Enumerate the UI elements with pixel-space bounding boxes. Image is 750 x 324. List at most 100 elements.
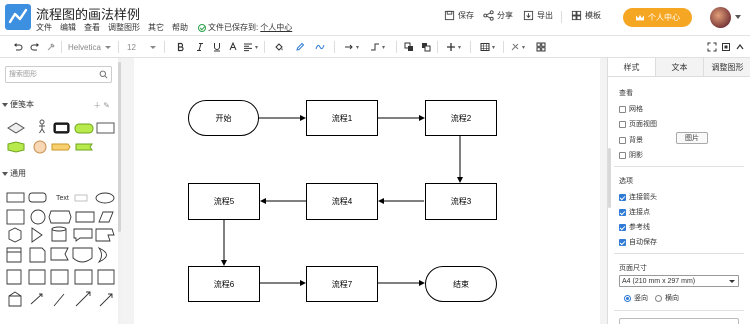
to-back-button[interactable] [421, 40, 431, 54]
format-painter-button[interactable] [46, 40, 56, 54]
checkbox-box[interactable] [619, 151, 626, 159]
logo-icon [8, 8, 28, 24]
background-checkbox[interactable]: 背景 [619, 135, 643, 145]
node-process-3[interactable]: 流程3 [425, 183, 497, 220]
background-image-button[interactable]: 图片 [676, 132, 708, 144]
page-size-select[interactable]: A4 (210 mm x 297 mm) [619, 275, 739, 287]
tab-style[interactable]: 样式 [608, 58, 655, 76]
scratchpad-tools[interactable]: ＋ ✎ [93, 100, 110, 111]
menu-file[interactable]: 文件 [36, 22, 52, 33]
landscape-radio[interactable]: 横向 [655, 293, 679, 303]
section-divider [614, 166, 744, 167]
underline-button[interactable] [212, 40, 222, 54]
template-icon [571, 10, 582, 21]
app-logo[interactable] [5, 4, 31, 30]
checkbox-box-checked[interactable] [619, 238, 626, 246]
node-start[interactable]: 开始 [188, 100, 259, 136]
checkbox-box-checked[interactable] [619, 193, 626, 201]
page-view-checkbox[interactable]: 页面视图 [619, 119, 657, 129]
checkbox-box-checked[interactable] [619, 223, 626, 231]
bold-button[interactable] [176, 40, 186, 54]
canvas-area[interactable]: 开始 流程1 流程2 流程3 流程4 流程5 流程6 流程7 结束 [121, 58, 607, 324]
fullscreen-button[interactable] [721, 40, 731, 54]
fit-page-button[interactable] [707, 40, 717, 54]
avatar[interactable] [710, 7, 731, 28]
node-process-7[interactable]: 流程7 [306, 266, 378, 302]
checkbox-box[interactable] [619, 136, 626, 144]
tab-arrange[interactable]: 调整图形 [703, 58, 750, 76]
share-icon [483, 10, 494, 21]
save-location-link[interactable]: 个人中心 [260, 22, 292, 33]
section-scratchpad-header[interactable]: 便笺本 ＋ ✎ [0, 98, 118, 111]
section-general-title: 通用 [10, 169, 26, 178]
save-button[interactable]: 保存 [444, 10, 474, 21]
font-color-button[interactable] [228, 40, 238, 54]
line-style-button[interactable] [315, 40, 325, 54]
scratchpad-shapes[interactable] [4, 118, 116, 160]
font-family-select[interactable]: Helvetica [68, 40, 111, 54]
export-icon [523, 10, 534, 21]
radio-selected[interactable] [624, 294, 631, 302]
waypoint-button[interactable]: ▾ [510, 40, 525, 54]
italic-icon [197, 43, 203, 51]
grid-view-button[interactable] [536, 40, 546, 54]
undo-button[interactable] [13, 40, 23, 54]
connection-points-checkbox[interactable]: 连接点 [619, 207, 650, 217]
node-process-2[interactable]: 流程2 [425, 100, 497, 136]
font-family-value: Helvetica [68, 42, 101, 52]
menu-extras[interactable]: 其它 [148, 22, 164, 33]
checkbox-box[interactable] [619, 105, 626, 113]
checkbox-box[interactable] [619, 120, 626, 128]
vip-button[interactable]: 个人中心 [623, 8, 692, 27]
autosave-checkbox[interactable]: 自动保存 [619, 237, 657, 247]
guides-checkbox[interactable]: 参考线 [619, 222, 650, 232]
panel-button-partial[interactable] [619, 318, 739, 324]
search-icon[interactable] [99, 70, 108, 79]
font-size-select[interactable]: 12 [127, 40, 157, 54]
portrait-radio[interactable]: 竖向 [624, 293, 648, 303]
general-shapes[interactable]: Text [4, 188, 116, 324]
insert-button[interactable]: ▾ [446, 40, 461, 54]
connection-arrows-checkbox[interactable]: 连接箭头 [619, 192, 657, 202]
document-title[interactable]: 流程图的画法样例 [36, 4, 140, 23]
menu-edit[interactable]: 编辑 [60, 22, 76, 33]
export-button[interactable]: 导出 [523, 10, 553, 21]
shadow-checkbox[interactable]: 阴影 [619, 150, 643, 160]
chevron-down-icon [2, 102, 8, 107]
node-process-5[interactable]: 流程5 [188, 183, 260, 220]
share-button[interactable]: 分享 [483, 10, 513, 21]
align-button[interactable] [243, 40, 253, 54]
table-button[interactable]: ▾ [480, 40, 495, 54]
node-process-1[interactable]: 流程1 [306, 100, 378, 136]
menu-bar: 文件 编辑 查看 调整图形 其它 帮助 文件已保存到: 个人中心 [36, 22, 292, 33]
checkbox-box-checked[interactable] [619, 208, 626, 216]
shape-search-input[interactable]: 搜索图形 [5, 66, 112, 83]
diagram-page[interactable]: 开始 流程1 流程2 流程3 流程4 流程5 流程6 流程7 结束 [134, 58, 600, 324]
node-end[interactable]: 结束 [425, 266, 497, 302]
connector-style-button[interactable]: ▾ [370, 40, 385, 54]
node-process-4[interactable]: 流程4 [306, 183, 378, 220]
redo-button[interactable] [30, 40, 40, 54]
shadow-label: 阴影 [629, 152, 643, 159]
menu-view[interactable]: 查看 [84, 22, 100, 33]
menu-help[interactable]: 帮助 [172, 22, 188, 33]
options-section-title: 选项 [619, 178, 633, 185]
page-size-section-title: 页面尺寸 [619, 265, 647, 272]
to-front-button[interactable] [404, 40, 414, 54]
align-dropdown[interactable]: ▾ [255, 40, 258, 54]
background-label: 背景 [629, 137, 643, 144]
node-process-6[interactable]: 流程6 [188, 266, 260, 302]
menu-arrange[interactable]: 调整图形 [108, 22, 140, 33]
italic-button[interactable] [195, 40, 205, 54]
grid-checkbox[interactable]: 网格 [619, 104, 643, 114]
line-color-button[interactable] [295, 40, 305, 54]
radio-unselected[interactable] [655, 294, 662, 302]
chevron-down-icon[interactable] [735, 15, 741, 19]
arrow-style-button[interactable]: ▾ [344, 40, 359, 54]
section-general-header[interactable]: 通用 [0, 167, 118, 180]
fill-color-button[interactable] [274, 40, 284, 54]
collapse-button[interactable] [735, 40, 745, 54]
right-scrollbar-thumb[interactable] [608, 148, 611, 208]
template-button[interactable]: 模板 [571, 10, 601, 21]
tab-text[interactable]: 文本 [655, 58, 703, 76]
